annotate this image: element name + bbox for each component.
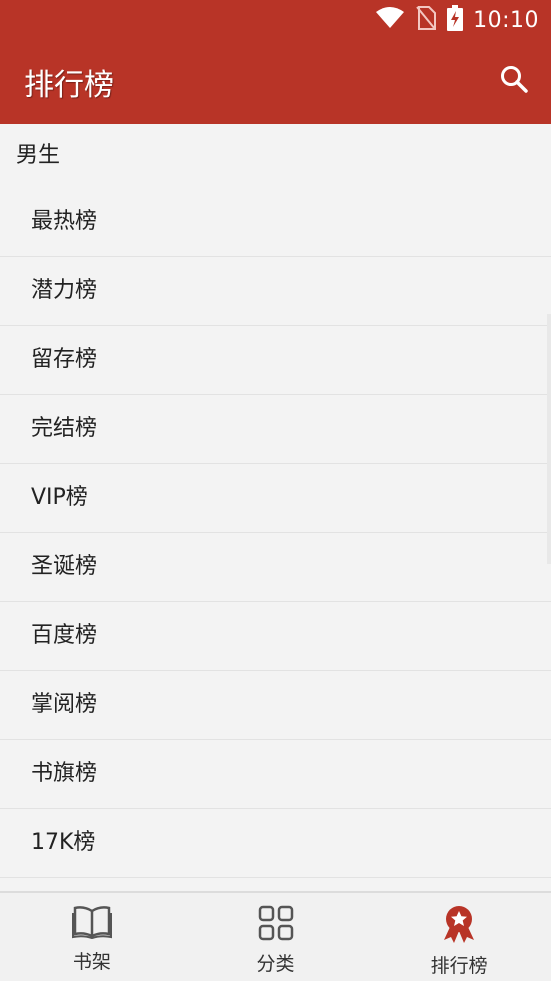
nav-label-ranking: 排行榜 [430, 955, 488, 977]
search-icon [499, 64, 529, 98]
list-item[interactable]: 完结榜 [0, 395, 551, 464]
list-item[interactable]: 最热榜 [0, 188, 551, 257]
list-item[interactable]: 掌阅榜 [0, 671, 551, 740]
no-sim-icon [415, 5, 437, 35]
list-item[interactable]: 百度榜 [0, 602, 551, 671]
page-title: 排行榜 [24, 68, 114, 103]
ranking-medal-icon [441, 905, 477, 947]
status-time: 10:10 [473, 7, 539, 33]
list-item[interactable]: 圣诞榜 [0, 533, 551, 602]
search-button[interactable] [497, 64, 531, 98]
nav-category[interactable]: 分类 [184, 893, 368, 981]
list-item[interactable]: 留存榜 [0, 326, 551, 395]
battery-charging-icon [447, 5, 464, 35]
nav-bookshelf[interactable]: 书架 [0, 893, 184, 981]
bottom-navigation: 书架 分类 排行榜 [0, 891, 551, 981]
ranking-list[interactable]: 男生 最热榜 潜力榜 留存榜 完结榜 VIP榜 圣诞榜 百度榜 掌阅榜 书旗榜 … [0, 124, 551, 891]
wifi-icon [375, 6, 405, 34]
grid-icon [258, 905, 294, 945]
nav-label-bookshelf: 书架 [72, 951, 111, 973]
scrollbar[interactable] [547, 314, 551, 564]
list-item[interactable]: 潜力榜 [0, 257, 551, 326]
top-app-bar: 10:10 排行榜 [0, 0, 551, 124]
list-item[interactable]: VIP榜 [0, 464, 551, 533]
section-header-male: 男生 [16, 143, 61, 168]
list-item[interactable]: 书旗榜 [0, 740, 551, 809]
nav-ranking[interactable]: 排行榜 [367, 893, 551, 981]
list-item[interactable]: 17K榜 [0, 809, 551, 878]
status-bar: 10:10 [375, 5, 539, 35]
book-icon [71, 905, 112, 943]
nav-label-category: 分类 [256, 953, 295, 975]
